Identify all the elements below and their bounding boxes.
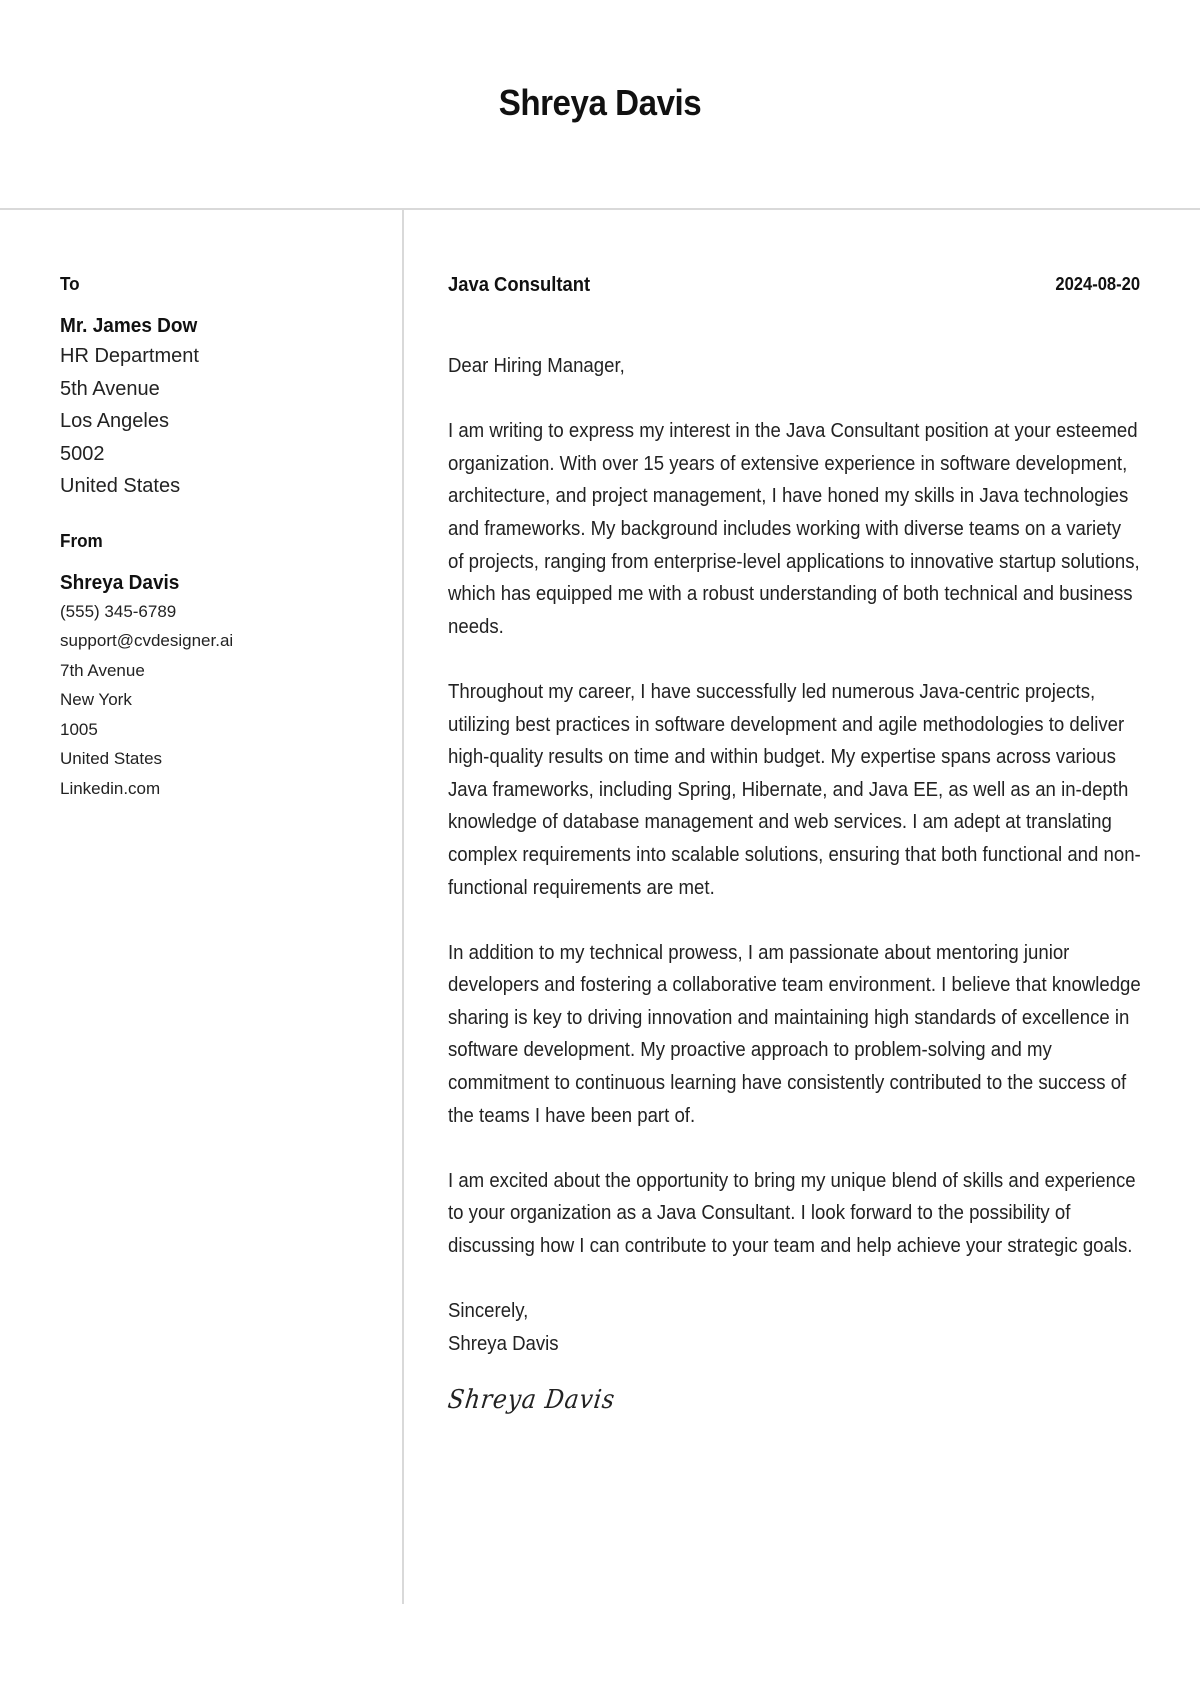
sender-contact: (555) 345-6789 support@cvdesigner.ai 7th…	[60, 597, 380, 804]
sender-label: From	[60, 530, 103, 551]
signature: Shreya Davis	[446, 1385, 617, 1416]
sender-phone[interactable]: (555) 345-6789	[60, 597, 380, 627]
letter-header: Shreya Davis	[0, 0, 1200, 210]
letter-content: Dear Hiring Manager, I am writing to exp…	[446, 350, 1148, 1417]
recipient-city: Los Angeles	[60, 410, 169, 432]
sender-city: New York	[60, 690, 132, 709]
paragraph: In addition to my technical prowess, I a…	[448, 941, 1141, 1127]
recipient-street: 5th Avenue	[60, 377, 160, 400]
paragraph: I am excited about the opportunity to br…	[448, 1169, 1136, 1258]
closing-phrase: Sincerely,	[448, 1300, 529, 1323]
recipient-address: HR Department 5th Avenue Los Angeles 500…	[60, 340, 380, 503]
recipient-postal-code: 5002	[60, 442, 105, 465]
sender-street: 7th Avenue	[60, 660, 145, 680]
paragraph: Throughout my career, I have successfull…	[448, 680, 1141, 899]
recipient-department: HR Department	[60, 345, 199, 367]
sender-name: Shreya Davis	[60, 571, 180, 594]
address-sidebar: To Mr. James Dow HR Department 5th Avenu…	[60, 270, 380, 803]
recipient-country: United States	[60, 475, 181, 497]
sender-postal-code: 1005	[60, 719, 98, 739]
letter-date: 2024-08-20	[1055, 274, 1140, 294]
sender-country: United States	[60, 749, 163, 768]
column-divider	[402, 210, 404, 1604]
paragraph: I am writing to express my interest in t…	[448, 420, 1140, 638]
closing-block: Sincerely, Shreya Davis	[448, 1295, 1148, 1360]
closing-name: Shreya Davis	[448, 1332, 559, 1355]
recipient-name: Mr. James Dow	[60, 315, 198, 337]
job-title: Java Consultant	[448, 274, 591, 296]
sender-website-link[interactable]: Linkedin.com	[60, 774, 380, 804]
sender-email[interactable]: support@cvdesigner.ai	[60, 626, 380, 656]
recipient-label: To	[60, 274, 80, 294]
applicant-name-heading: Shreya Davis	[498, 82, 702, 123]
salutation: Dear Hiring Manager,	[448, 355, 625, 377]
